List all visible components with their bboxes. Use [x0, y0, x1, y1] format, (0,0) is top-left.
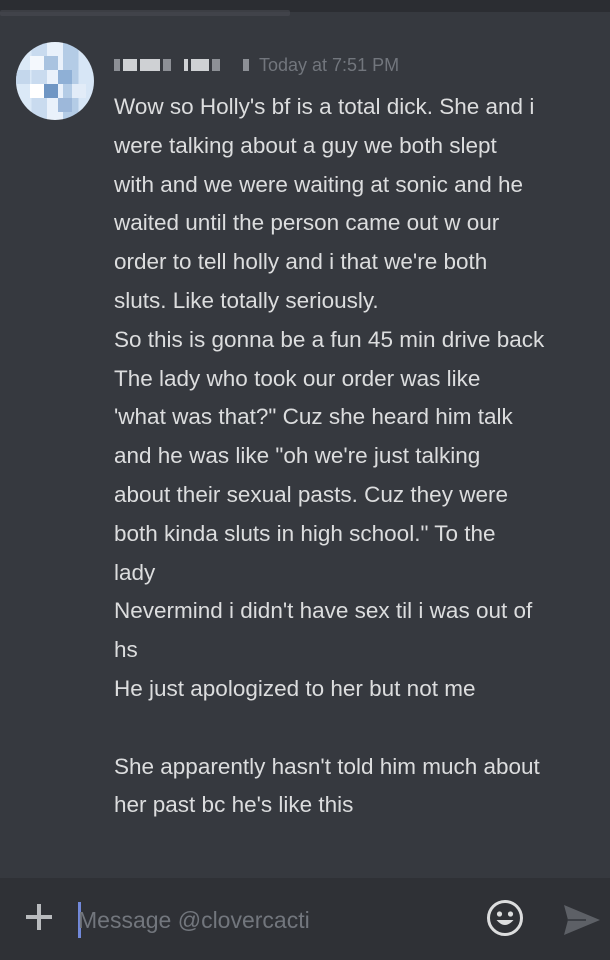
avatar[interactable] [16, 42, 94, 120]
message-line: waited until the person came out w our [114, 210, 500, 236]
message-line: about their sexual pasts. Cuz they were [114, 481, 508, 507]
message-line: So this is gonna be a fun 45 min drive b… [114, 326, 545, 352]
dm-chat-view: Today at 7:51 PM Wow so Holly's bf is a … [0, 0, 610, 960]
message-line: order to tell holly and i that we're bot… [114, 249, 488, 275]
message-line: The lady who took our order was like [114, 365, 481, 391]
message-line: 'what was that?" Cuz she heard him talk [114, 404, 513, 430]
message-line: and he was like "oh we're just talking [114, 443, 481, 469]
message-line: sluts. Like totally seriously. [114, 287, 379, 313]
top-bar [0, 0, 610, 16]
send-icon[interactable] [562, 900, 602, 940]
message-header: Today at 7:51 PM [114, 52, 399, 78]
message-line: She apparently hasn't told him much abou… [114, 753, 540, 779]
message-timestamp: Today at 7:51 PM [259, 54, 400, 75]
message-line: Wow so Holly's bf is a total dick. She a… [114, 94, 535, 119]
plus-icon[interactable] [24, 902, 54, 932]
message-line: were talking about a guy we both slept [114, 132, 497, 158]
author-name[interactable] [114, 59, 249, 71]
message-line: with and we were waiting at sonic and he [114, 171, 523, 197]
message-line: lady [114, 559, 156, 585]
message-input[interactable] [78, 898, 468, 942]
message-line [114, 709, 606, 748]
message-line: hs [114, 637, 138, 663]
scroll-indicator [0, 10, 290, 16]
message-content: Wow so Holly's bf is a total dick. She a… [114, 88, 606, 825]
message-line: Nevermind i didn't have sex til i was ou… [114, 598, 533, 624]
message-line: her past bc he's like this [114, 792, 354, 818]
message-line: He just apologized to her but not me [114, 675, 476, 701]
emoji-icon[interactable] [486, 899, 524, 937]
message-line: both kinda sluts in high school." To the [114, 520, 496, 546]
